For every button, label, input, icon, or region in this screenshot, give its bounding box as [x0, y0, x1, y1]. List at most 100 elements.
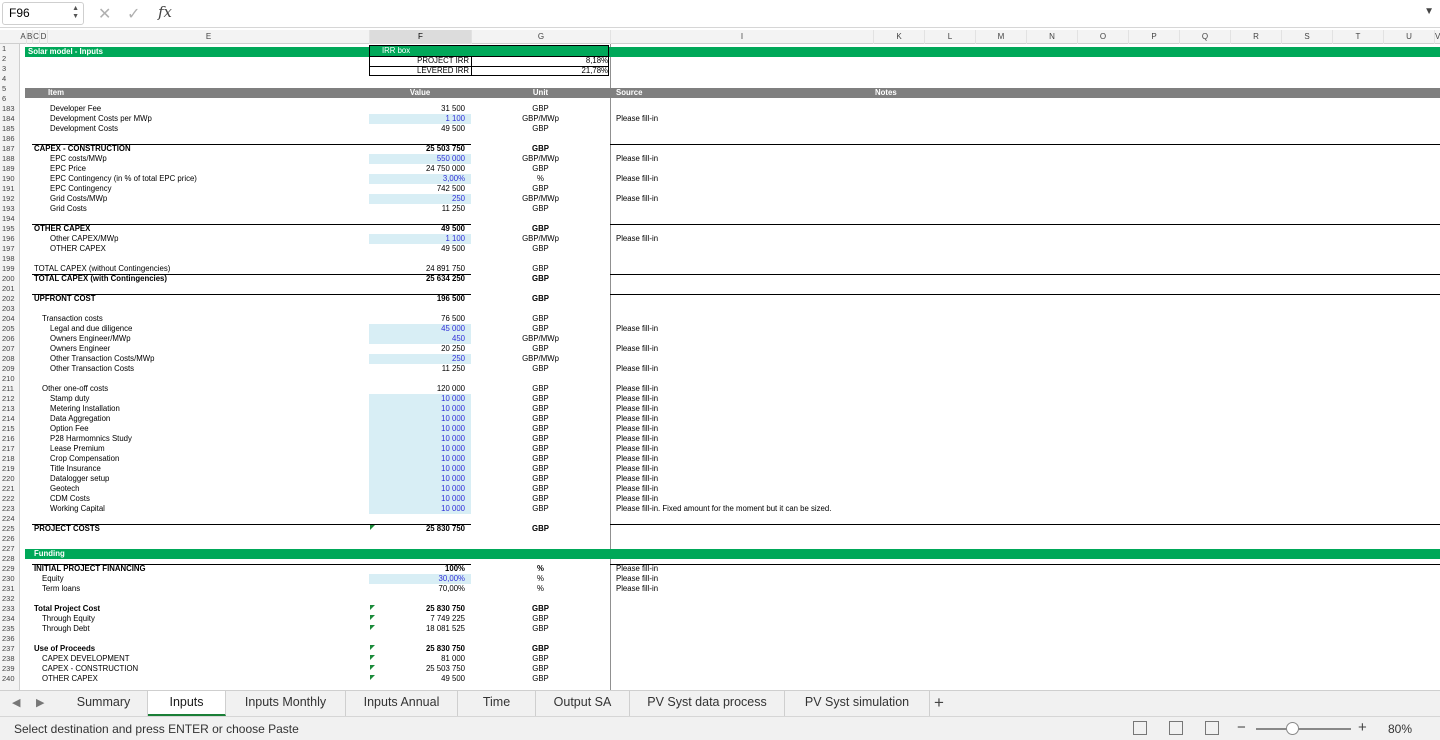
source-cell[interactable]: Please fill-in — [616, 464, 1426, 474]
item-label[interactable]: Data Aggregation — [50, 414, 365, 424]
row-number[interactable]: 201 — [0, 284, 20, 294]
row-number[interactable]: 199 — [0, 264, 20, 274]
column-header-e[interactable]: E — [47, 30, 369, 44]
item-label[interactable]: OTHER CAPEX — [34, 224, 365, 234]
unit-cell[interactable]: GBP — [471, 384, 610, 394]
item-label[interactable]: Working Capital — [50, 504, 365, 514]
item-label[interactable]: PROJECT COSTS — [34, 524, 365, 534]
value-cell[interactable]: 550 000 — [369, 154, 465, 164]
row-number[interactable]: 196 — [0, 234, 20, 244]
unit-cell[interactable]: GBP — [471, 404, 610, 414]
unit-cell[interactable]: GBP — [471, 454, 610, 464]
value-cell[interactable]: 196 500 — [369, 294, 465, 304]
zoom-slider[interactable] — [1256, 728, 1351, 730]
value-cell[interactable]: 10 000 — [369, 484, 465, 494]
item-label[interactable]: Stamp duty — [50, 394, 365, 404]
source-cell[interactable]: Please fill-in — [616, 324, 1426, 334]
item-label[interactable]: P28 Harmomnics Study — [50, 434, 365, 444]
value-cell[interactable]: 10 000 — [369, 454, 465, 464]
prev-sheet-icon[interactable]: ◀ — [12, 696, 20, 709]
row-number[interactable]: 206 — [0, 334, 20, 344]
unit-cell[interactable]: GBP — [471, 364, 610, 374]
row-number[interactable]: 224 — [0, 514, 20, 524]
value-cell[interactable]: 1 100 — [369, 114, 465, 124]
unit-cell[interactable]: GBP — [471, 504, 610, 514]
row-number[interactable]: 214 — [0, 414, 20, 424]
row-number[interactable]: 208 — [0, 354, 20, 364]
row-number[interactable]: 183 — [0, 104, 20, 114]
add-sheet-button[interactable]: + — [934, 693, 944, 713]
row-number[interactable]: 192 — [0, 194, 20, 204]
row-number[interactable]: 238 — [0, 654, 20, 664]
row-number[interactable]: 212 — [0, 394, 20, 404]
row-number[interactable]: 187 — [0, 144, 20, 154]
column-header-c[interactable]: C — [32, 30, 39, 44]
column-header-q[interactable]: Q — [1179, 30, 1230, 44]
row-number[interactable]: 2 — [0, 54, 20, 64]
item-label[interactable]: EPC Contingency (in % of total EPC price… — [50, 174, 365, 184]
item-label[interactable]: Equity — [42, 574, 365, 584]
zoom-out-button[interactable]: − — [1237, 719, 1246, 736]
item-label[interactable]: TOTAL CAPEX (with Contingencies) — [34, 274, 365, 284]
column-header-u[interactable]: U — [1383, 30, 1434, 44]
value-cell[interactable]: 49 500 — [369, 124, 465, 134]
item-label[interactable]: Use of Proceeds — [34, 644, 365, 654]
item-label[interactable]: EPC costs/MWp — [50, 154, 365, 164]
value-cell[interactable]: 24 750 000 — [369, 164, 465, 174]
unit-cell[interactable]: GBP — [471, 184, 610, 194]
row-number[interactable]: 186 — [0, 134, 20, 144]
row-number[interactable]: 240 — [0, 674, 20, 684]
source-cell[interactable]: Please fill-in — [616, 154, 1426, 164]
unit-cell[interactable]: GBP — [471, 474, 610, 484]
value-cell[interactable]: 120 000 — [369, 384, 465, 394]
row-number[interactable]: 207 — [0, 344, 20, 354]
item-label[interactable]: Through Equity — [42, 614, 365, 624]
row-number[interactable]: 223 — [0, 504, 20, 514]
item-label[interactable]: EPC Contingency — [50, 184, 365, 194]
row-number[interactable]: 203 — [0, 304, 20, 314]
item-label[interactable]: CAPEX DEVELOPMENT — [42, 654, 365, 664]
row-number[interactable]: 235 — [0, 624, 20, 634]
unit-cell[interactable]: GBP — [471, 624, 610, 634]
unit-cell[interactable]: GBP/MWp — [471, 334, 610, 344]
row-number[interactable]: 222 — [0, 494, 20, 504]
row-number[interactable]: 205 — [0, 324, 20, 334]
unit-cell[interactable]: GBP/MWp — [471, 194, 610, 204]
row-number[interactable]: 1 — [0, 44, 20, 54]
value-cell[interactable]: 11 250 — [369, 364, 465, 374]
unit-cell[interactable]: GBP — [471, 264, 610, 274]
value-cell[interactable]: 81 000 — [369, 654, 465, 664]
next-sheet-icon[interactable]: ▶ — [36, 696, 44, 709]
name-box-stepper-icon[interactable]: ▲ ▼ — [72, 5, 79, 21]
source-cell[interactable]: Please fill-in — [616, 474, 1426, 484]
row-number[interactable]: 233 — [0, 604, 20, 614]
value-cell[interactable]: 7 749 225 — [369, 614, 465, 624]
item-label[interactable]: Development Costs — [50, 124, 365, 134]
item-label[interactable]: CAPEX - CONSTRUCTION — [42, 664, 365, 674]
tab-pv-syst-data-process[interactable]: PV Syst data process — [630, 691, 785, 716]
item-label[interactable]: Through Debt — [42, 624, 365, 634]
row-number[interactable]: 231 — [0, 584, 20, 594]
row-number[interactable]: 204 — [0, 314, 20, 324]
row-number[interactable]: 210 — [0, 374, 20, 384]
value-cell[interactable]: 10 000 — [369, 474, 465, 484]
source-cell[interactable]: Please fill-in — [616, 484, 1426, 494]
item-label[interactable]: Term loans — [42, 584, 365, 594]
row-number[interactable]: 217 — [0, 444, 20, 454]
unit-cell[interactable]: GBP/MWp — [471, 114, 610, 124]
column-header-f[interactable]: F — [369, 30, 471, 44]
tab-inputs-monthly[interactable]: Inputs Monthly — [226, 691, 346, 716]
unit-cell[interactable]: GBP — [471, 104, 610, 114]
worksheet-grid[interactable]: Solar model - Inputs IRR box PROJECT IRR… — [20, 44, 1440, 690]
tab-output-sa[interactable]: Output SA — [536, 691, 630, 716]
tab-time[interactable]: Time — [458, 691, 536, 716]
column-header-o[interactable]: O — [1077, 30, 1128, 44]
unit-cell[interactable]: GBP — [471, 344, 610, 354]
unit-cell[interactable]: GBP — [471, 494, 610, 504]
row-number[interactable]: 234 — [0, 614, 20, 624]
unit-cell[interactable]: GBP — [471, 124, 610, 134]
item-label[interactable]: Other Transaction Costs/MWp — [50, 354, 365, 364]
row-number[interactable]: 225 — [0, 524, 20, 534]
value-cell[interactable]: 10 000 — [369, 494, 465, 504]
value-cell[interactable]: 10 000 — [369, 504, 465, 514]
